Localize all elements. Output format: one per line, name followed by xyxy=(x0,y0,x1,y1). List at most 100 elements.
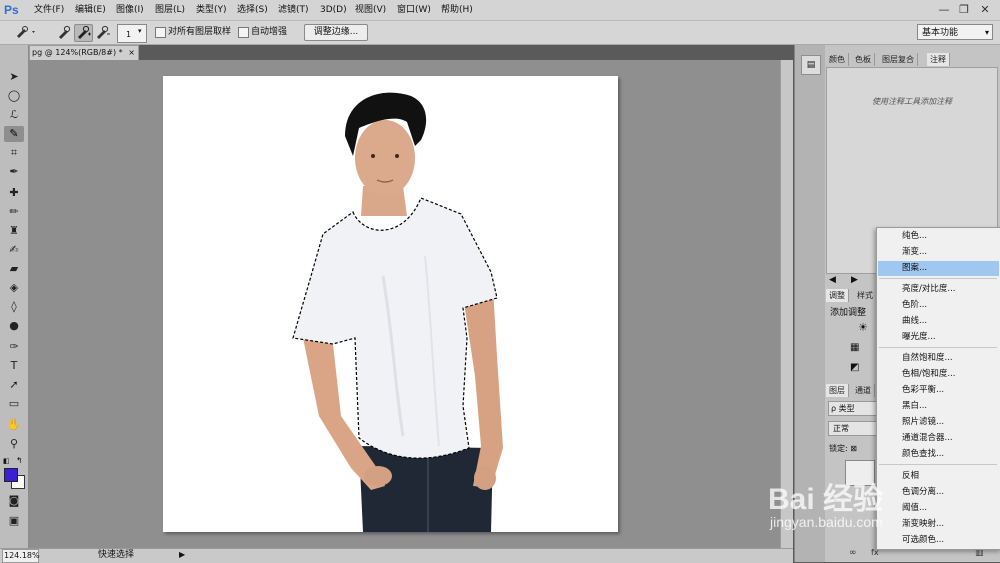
tab-color[interactable]: 颜色 xyxy=(826,53,849,66)
tab-channels[interactable]: 通道 xyxy=(852,384,875,397)
minimize-icon[interactable]: — xyxy=(934,2,954,17)
sample-all-layers-checkbox[interactable] xyxy=(155,27,166,38)
prev-note-icon[interactable]: ◀ xyxy=(829,275,836,285)
tab-notes[interactable]: 注释 xyxy=(927,53,950,66)
next-note-icon[interactable]: ▶ xyxy=(851,275,858,285)
quick-selection-icon xyxy=(17,26,35,38)
layer-filter-select[interactable]: ρ 类型 xyxy=(828,401,878,416)
document-tab[interactable]: pg @ 124%(RGB/8#) * × xyxy=(29,45,139,60)
type-tool-icon[interactable]: T xyxy=(4,358,24,374)
status-tool-label: 快速选择 xyxy=(98,550,135,560)
workspace-select[interactable]: 基本功能 ▾ xyxy=(917,24,993,40)
path-selection-tool-icon[interactable]: ➚ xyxy=(4,377,24,393)
menu-item-black-white[interactable]: 黑白... xyxy=(878,399,999,414)
hand-tool-icon[interactable]: ✋ xyxy=(4,417,24,433)
add-adjustment-label: 添加调整 xyxy=(830,308,867,318)
menu-filter[interactable]: 滤镜(T) xyxy=(278,3,309,17)
new-selection-button[interactable] xyxy=(55,24,74,42)
blend-mode-select[interactable]: 正常 xyxy=(828,421,880,436)
blur-tool-icon[interactable]: ◊ xyxy=(4,299,24,315)
menu-item-hue-saturation[interactable]: 色相/饱和度... xyxy=(878,367,999,382)
refine-edge-button[interactable]: 调整边缘... xyxy=(304,24,368,41)
default-colors-icon[interactable]: ◧ xyxy=(3,457,10,465)
pen-tool-icon[interactable]: ✑ xyxy=(4,339,24,355)
brush-picker[interactable]: 1 ▾ xyxy=(117,24,147,43)
menu-item-pattern[interactable]: 图案... xyxy=(878,261,999,276)
menu-image[interactable]: 图像(I) xyxy=(116,3,144,17)
crop-tool-icon[interactable]: ⌗ xyxy=(4,145,24,161)
brush-tool-icon[interactable]: ✏ xyxy=(4,204,24,220)
toolbox: ➤ ◯ ℒ ✎ ⌗ ✒ ✚ ✏ ♜ ✍ ▰ ◈ ◊ ● ✑ T ➚ ▭ ✋ ⚲ … xyxy=(0,45,29,553)
rectangle-tool-icon[interactable]: ▭ xyxy=(4,396,24,412)
document-tab-title: pg @ 124%(RGB/8#) * xyxy=(32,48,123,57)
quick-mask-icon[interactable]: ◙ xyxy=(4,493,24,509)
auto-enhance-checkbox[interactable] xyxy=(238,27,249,38)
add-to-selection-button[interactable] xyxy=(74,24,93,42)
menu-window[interactable]: 窗口(W) xyxy=(397,3,431,17)
brush-size-value: 1 xyxy=(126,30,132,39)
chevron-down-icon: ▾ xyxy=(984,28,989,37)
screen-mode-icon[interactable]: ▣ xyxy=(4,513,24,529)
menu-item-photo-filter[interactable]: 照片滤镜... xyxy=(878,415,999,430)
zoom-level-field[interactable]: 124.18% xyxy=(2,549,40,563)
menu-help[interactable]: 帮助(H) xyxy=(441,3,473,17)
quick-selection-tool-icon[interactable]: ✎ xyxy=(4,126,24,142)
menu-separator xyxy=(879,464,997,465)
brush-new-icon xyxy=(59,25,71,39)
tab-layers[interactable]: 图层 xyxy=(826,384,849,397)
close-tab-icon[interactable]: × xyxy=(128,46,135,60)
tab-adjustments[interactable]: 调整 xyxy=(826,289,849,302)
chevron-down-icon: ▾ xyxy=(138,27,142,35)
menu-item-color-balance[interactable]: 色彩平衡... xyxy=(878,383,999,398)
menu-item-curves[interactable]: 曲线... xyxy=(878,314,999,329)
zoom-tool-icon[interactable]: ⚲ xyxy=(4,436,24,452)
menu-item-exposure[interactable]: 曝光度... xyxy=(878,330,999,345)
tab-swatches[interactable]: 色板 xyxy=(852,53,875,66)
menu-layer[interactable]: 图层(L) xyxy=(155,3,185,17)
eraser-tool-icon[interactable]: ▰ xyxy=(4,261,24,277)
move-tool-icon[interactable]: ➤ xyxy=(4,69,24,85)
menu-separator xyxy=(879,347,997,348)
options-bar: 1 ▾ 对所有图层取样 自动增强 调整边缘... 基本功能 ▾ xyxy=(0,21,1000,45)
lasso-tool-icon[interactable]: ℒ xyxy=(4,107,24,123)
menu-item-color-lookup[interactable]: 颜色查找... xyxy=(878,447,999,462)
close-icon[interactable]: ✕ xyxy=(975,2,995,17)
menu-type[interactable]: 类型(Y) xyxy=(196,3,227,17)
history-panel-icon[interactable]: ▤ xyxy=(801,55,821,75)
tool-preset-picker[interactable] xyxy=(12,24,40,42)
watermark-url: jingyan.baidu.com xyxy=(770,514,883,530)
paint-bucket-tool-icon[interactable]: ◈ xyxy=(4,280,24,296)
menu-file[interactable]: 文件(F) xyxy=(34,3,64,17)
menu-item-levels[interactable]: 色阶... xyxy=(878,298,999,313)
dodge-tool-icon[interactable]: ● xyxy=(4,318,24,334)
menu-item-brightness-contrast[interactable]: 亮度/对比度... xyxy=(878,282,999,297)
menu-item-gradient[interactable]: 渐变... xyxy=(878,245,999,260)
levels-adjust-icon[interactable]: ▦ xyxy=(850,342,859,353)
menu-item-solid-color[interactable]: 纯色... xyxy=(878,229,999,244)
brightness-adjust-icon[interactable]: ☀ xyxy=(858,321,868,334)
tab-layer-comps[interactable]: 图层复合 xyxy=(879,53,918,66)
swap-colors-icon[interactable]: ↰ xyxy=(16,456,23,465)
restore-icon[interactable]: ❐ xyxy=(954,2,974,17)
marquee-tool-icon[interactable]: ◯ xyxy=(4,88,24,104)
document-canvas[interactable] xyxy=(163,76,618,532)
healing-brush-tool-icon[interactable]: ✚ xyxy=(4,185,24,201)
menu-view[interactable]: 视图(V) xyxy=(355,3,386,17)
menu-edit[interactable]: 编辑(E) xyxy=(75,3,106,17)
menu-3d[interactable]: 3D(D) xyxy=(320,3,347,17)
auto-enhance-label: 自动增强 xyxy=(251,27,288,37)
menu-item-channel-mixer[interactable]: 通道混合器... xyxy=(878,431,999,446)
eyedropper-tool-icon[interactable]: ✒ xyxy=(4,164,24,180)
tab-styles[interactable]: 样式 xyxy=(854,289,877,302)
menu-select[interactable]: 选择(S) xyxy=(237,3,268,17)
photoshop-logo: Ps xyxy=(4,3,19,17)
history-brush-tool-icon[interactable]: ✍ xyxy=(4,242,24,258)
status-menu-arrow-icon[interactable]: ▶ xyxy=(179,549,185,561)
brush-add-icon xyxy=(78,25,91,39)
menu-item-vibrance[interactable]: 自然饱和度... xyxy=(878,351,999,366)
subtract-from-selection-button[interactable] xyxy=(93,24,112,42)
vibrance-adjust-icon[interactable]: ◩ xyxy=(850,362,859,373)
link-layers-icon[interactable]: ∞ xyxy=(849,548,857,558)
foreground-color-swatch[interactable] xyxy=(4,468,18,482)
clone-stamp-tool-icon[interactable]: ♜ xyxy=(4,223,24,239)
